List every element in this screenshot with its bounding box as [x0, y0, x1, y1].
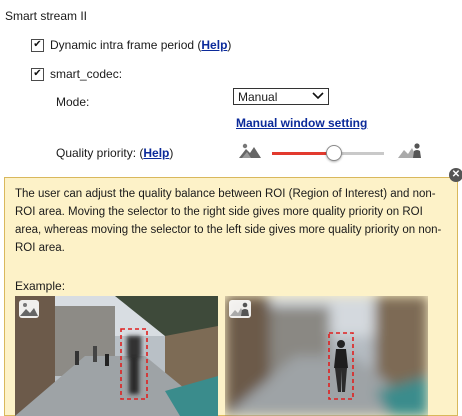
smart-codec-checkbox[interactable]: ✔: [31, 67, 44, 81]
quality-slider-thumb[interactable]: [326, 145, 342, 161]
dynamic-intra-row: ✔ Dynamic intra frame period (Help): [31, 38, 231, 52]
portrait-landscape-icon: [398, 141, 424, 162]
quality-priority-help-link[interactable]: Help: [143, 146, 169, 160]
dynamic-intra-label: Dynamic intra frame period (: [50, 38, 202, 52]
example-photo-left: [15, 296, 218, 416]
dynamic-intra-help-link[interactable]: Help: [201, 38, 227, 52]
example-photo-right: [225, 296, 428, 416]
quality-priority-label: Quality priority: (: [56, 146, 144, 160]
dynamic-intra-checkbox[interactable]: ✔: [31, 38, 44, 52]
manual-window-setting-link[interactable]: Manual window setting: [236, 116, 367, 130]
quality-priority-label-row: Quality priority: (Help): [56, 146, 173, 160]
landscape-small-icon: [238, 141, 262, 162]
section-title: Smart stream II: [5, 9, 88, 23]
mode-label: Mode:: [56, 95, 90, 109]
dynamic-intra-close-paren: ): [227, 38, 232, 52]
close-icon[interactable]: ✕: [449, 168, 462, 182]
quality-slider-fill: [272, 152, 332, 155]
mode-select-value: Manual: [238, 89, 278, 104]
info-description: The user can adjust the quality balance …: [15, 188, 442, 254]
smart-codec-row: ✔ smart_codec:: [31, 67, 122, 81]
mode-select[interactable]: Manual: [233, 88, 329, 105]
example-label: Example:: [15, 279, 66, 293]
quality-priority-close-paren: ): [169, 146, 174, 160]
smart-codec-label: smart_codec:: [50, 67, 123, 81]
chevron-down-icon: [312, 91, 324, 103]
